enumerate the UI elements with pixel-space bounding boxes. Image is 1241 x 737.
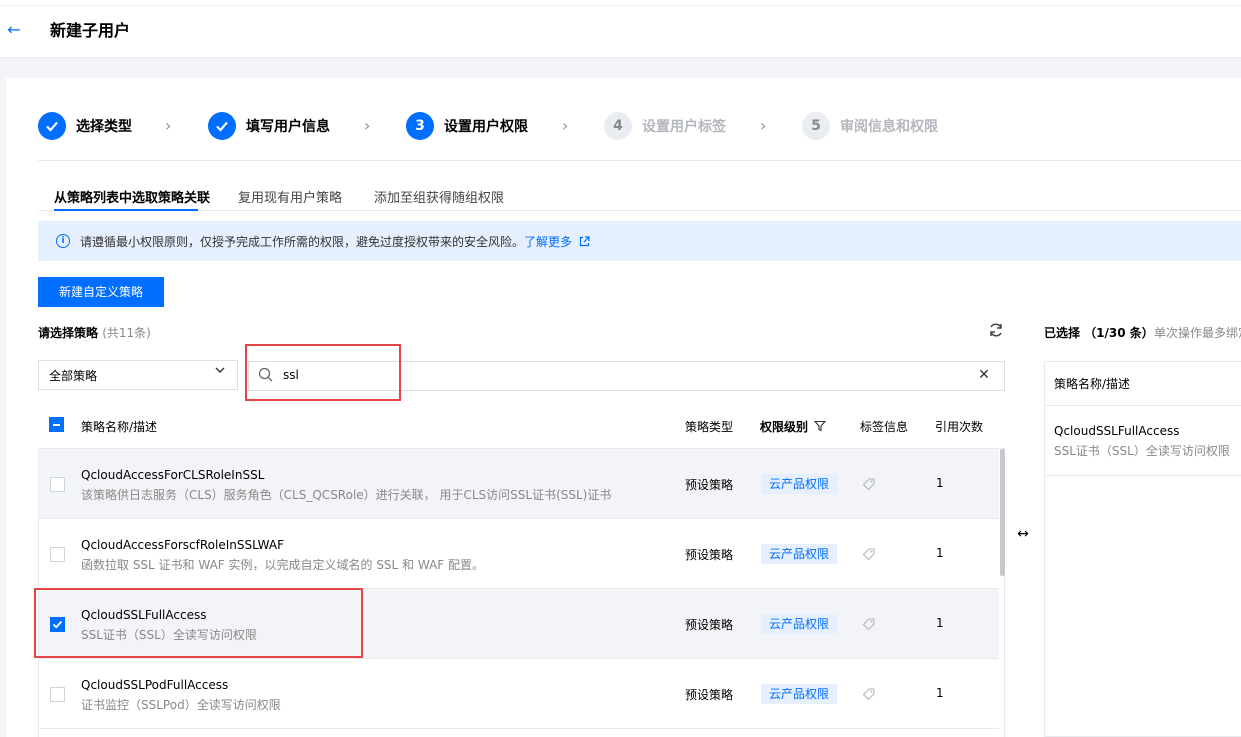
table-row[interactable]: QcloudSSLPodFullAccess 证书监控（SSLPod）全读写访问… [39,659,999,729]
tag-icon[interactable] [861,546,877,562]
col-level-label: 权限级别 [760,420,809,434]
search-value: ssl [283,368,299,382]
col-level[interactable]: 权限级别 [760,418,827,435]
selected-col-name: 策略名称/描述 [1054,377,1131,391]
row-checkbox[interactable] [50,547,65,562]
page-title: 新建子用户 [50,21,131,40]
divider [38,160,1241,161]
policy-type: 预设策略 [685,618,734,632]
policy-type: 预设策略 [685,478,734,492]
policy-desc: 证书监控（SSLPod）全读写访问权限 [81,698,281,712]
step-label: 设置用户权限 [444,119,528,135]
row-checkbox[interactable] [50,687,65,702]
step-label: 填写用户信息 [246,119,330,135]
policy-count: (共11条) [102,326,151,340]
tag-icon[interactable] [861,476,877,492]
tab-add-to-group[interactable]: 添加至组获得随组权限 [374,187,504,206]
table-row[interactable]: QcloudSSLFullAccess SSL证书（SSL）全读写访问权限 预设… [39,589,999,659]
tag-icon[interactable] [861,616,877,632]
refresh-icon[interactable] [986,322,1006,342]
chevron-right-icon: › [364,116,371,135]
reference-count: 1 [936,686,944,700]
swap-horizontal-icon: ↔ [1017,526,1029,542]
back-arrow-icon[interactable]: ← [4,20,24,40]
selected-hint: 单次操作最多绑定 [1154,326,1241,340]
filter-icon[interactable] [813,420,827,435]
notice-text: 请遵循最小权限原则，仅授予完成工作所需的权限，避免过度授权带来的安全风险。了解更… [80,233,590,250]
selected-policy-desc: SSL证书（SSL）全读写访问权限 [1054,444,1230,458]
search-icon [257,366,275,384]
policy-desc: SSL证书（SSL）全读写访问权限 [81,628,257,642]
reference-count: 1 [936,546,944,560]
permission-level-badge: 云产品权限 [761,614,838,634]
step-label: 选择类型 [76,119,132,135]
permission-level-badge: 云产品权限 [761,544,838,564]
policy-desc: 该策略供日志服务（CLS）服务角色（CLS_QCSRole）进行关联， 用于CL… [81,488,612,502]
check-icon [208,112,236,140]
selected-policy-name: QcloudSSLFullAccess [1054,424,1180,438]
tabs-divider [38,210,1241,211]
step-label: 设置用户标签 [642,119,726,135]
policy-name: QcloudSSLPodFullAccess [81,678,229,692]
policy-name: QcloudAccessForCLSRoleInSSL [81,468,265,482]
chevron-right-icon: › [165,116,172,135]
tag-icon[interactable] [861,686,877,702]
col-tags: 标签信息 [860,420,909,434]
step-tags: 4 设置用户标签 [604,112,726,140]
reference-count: 1 [936,476,944,490]
row-checkbox[interactable] [50,477,65,492]
search-input[interactable] [248,361,1005,391]
select-all-checkbox[interactable] [49,417,64,432]
tab-reuse-user-policy[interactable]: 复用现有用户策略 [238,187,342,206]
step-permissions: 3 设置用户权限 [406,112,528,140]
external-link-icon[interactable] [579,235,590,250]
active-tab-indicator [54,209,198,211]
table-row[interactable]: QcloudAccessForCLSRoleInSSL 该策略供日志服务（CLS… [39,449,999,519]
row-checkbox[interactable] [50,617,65,632]
info-icon: i [56,234,70,248]
table-scrollbar[interactable] [1000,449,1005,576]
col-refs: 引用次数 [935,420,984,434]
tab-select-from-list[interactable]: 从策略列表中选取策略关联 [54,187,210,206]
top-strip [0,0,1241,6]
policy-name: QcloudSSLFullAccess [81,608,207,622]
close-icon[interactable]: ✕ [974,365,994,385]
step-select-type: 选择类型 [38,112,132,140]
top-header [0,0,1241,58]
policy-section-label: 请选择策略 (共11条) [38,324,151,341]
divider [1044,405,1241,406]
policy-type: 预设策略 [685,548,734,562]
policy-filter-value: 全部策略 [49,369,98,383]
table-row[interactable]: QcloudAccessForscfRoleInSSLWAF 函数拉取 SSL … [39,519,999,589]
step-label: 审阅信息和权限 [840,119,938,135]
chevron-down-icon [214,364,226,379]
permission-level-badge: 云产品权限 [761,684,838,704]
reference-count: 1 [936,616,944,630]
col-type: 策略类型 [685,420,734,434]
policy-desc: 函数拉取 SSL 证书和 WAF 实例，以完成自定义域名的 SSL 和 WAF … [81,558,484,572]
divider [1044,475,1241,476]
check-icon [38,112,66,140]
policy-name: QcloudAccessForscfRoleInSSLWAF [81,538,284,552]
learn-more-link[interactable]: 了解更多 [524,235,572,249]
step-review: 5 审阅信息和权限 [802,112,938,140]
notice-message: 请遵循最小权限原则，仅授予完成工作所需的权限，避免过度授权带来的安全风险。 [80,235,525,249]
step-number: 4 [604,112,632,140]
permission-level-badge: 云产品权限 [761,474,838,494]
step-user-info: 填写用户信息 [208,112,330,140]
step-number: 5 [802,112,830,140]
step-number: 3 [406,112,434,140]
col-name: 策略名称/描述 [81,420,158,434]
policy-type: 预设策略 [685,688,734,702]
selected-title: 已选择 （1/30 条） [1044,326,1154,340]
create-custom-policy-button[interactable]: 新建自定义策略 [38,277,164,307]
selected-panel [1044,361,1241,737]
chevron-right-icon: › [760,116,767,135]
section-label-text: 请选择策略 [38,326,99,340]
chevron-right-icon: › [562,116,569,135]
